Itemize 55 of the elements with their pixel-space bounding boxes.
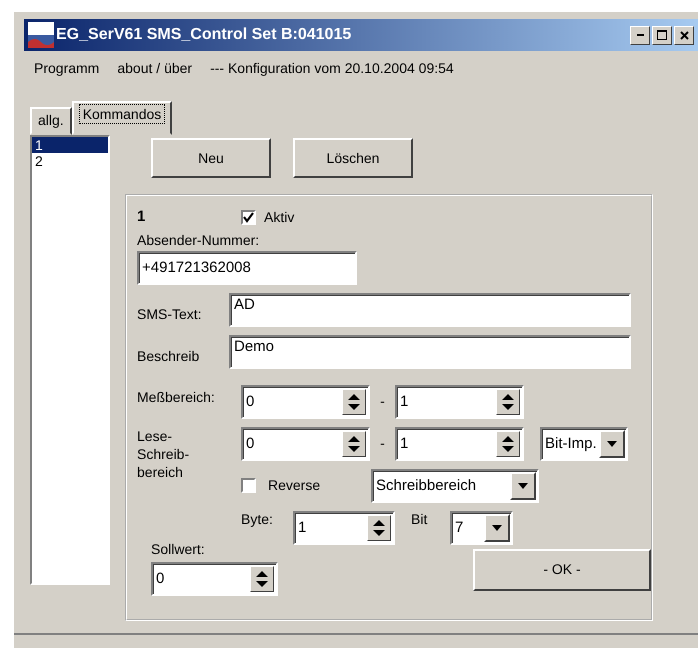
description-field[interactable]: Demo <box>229 334 631 369</box>
close-button[interactable] <box>674 26 694 44</box>
spin-button[interactable] <box>342 430 366 457</box>
app-icon <box>28 22 54 48</box>
checkbox-label: Aktiv <box>264 208 294 226</box>
reverse-checkbox[interactable] <box>241 478 256 494</box>
caret-icon <box>518 482 528 489</box>
tab[interactable]: Kommandos <box>72 101 172 135</box>
field-label: Absender-Nummer: <box>137 232 260 249</box>
button[interactable]: Löschen <box>293 138 413 178</box>
checkmark-icon <box>243 212 254 222</box>
field-label: Meßbereich: <box>137 388 216 406</box>
field-label: SMS-Text: <box>137 306 203 324</box>
active-checkbox[interactable] <box>241 210 256 224</box>
close-icon <box>680 30 688 40</box>
list-item[interactable]: 1 <box>32 137 108 153</box>
field-label: Lese-Schreib-bereich <box>137 426 190 482</box>
configuration-info: --- Konfiguration vom 20.10.2004 09:54 <box>210 60 454 76</box>
sms-text-field[interactable]: AD <box>229 292 631 327</box>
menu-item[interactable]: Programm <box>34 60 100 76</box>
spin-button[interactable] <box>496 430 520 457</box>
maximize-button[interactable] <box>652 26 672 44</box>
minimize-button[interactable] <box>630 26 650 44</box>
ok-button[interactable]: - OK - <box>473 548 651 591</box>
up-down-arrows-icon <box>348 436 360 452</box>
tab[interactable]: allg. <box>30 107 72 135</box>
button[interactable]: Neu <box>151 138 271 178</box>
minimize-icon <box>636 34 644 36</box>
list-item[interactable]: 2 <box>32 153 108 169</box>
range-dash: - <box>379 393 386 410</box>
maximize-icon <box>657 30 667 40</box>
checkbox-label: Reverse <box>268 477 322 494</box>
up-down-arrows-icon <box>502 394 514 410</box>
spin-button[interactable] <box>250 566 274 592</box>
up-down-arrows-icon <box>348 394 360 410</box>
command-number: 1 <box>137 208 146 226</box>
spin-button[interactable] <box>367 514 391 541</box>
caret-icon <box>607 440 617 447</box>
field-label: Bit <box>411 510 428 528</box>
field-label: Sollwert: <box>151 540 206 558</box>
phone-number-field[interactable]: +491721362008 <box>137 250 357 285</box>
window-title: EG_SerV61 SMS_Control Set B:041015 <box>56 25 352 45</box>
field-label: Beschreib <box>137 348 200 366</box>
up-down-arrows-icon <box>373 520 385 536</box>
dropdown-button[interactable] <box>599 430 625 458</box>
caret-icon <box>492 524 502 531</box>
menu-item[interactable]: about / über <box>117 60 192 76</box>
up-down-arrows-icon <box>256 570 268 587</box>
dropdown-button[interactable] <box>510 472 536 500</box>
dropdown-button[interactable] <box>484 514 510 542</box>
spin-button[interactable] <box>342 388 366 415</box>
field-label: Byte: <box>241 510 274 528</box>
up-down-arrows-icon <box>502 436 514 452</box>
range-dash: - <box>379 435 386 452</box>
spin-button[interactable] <box>496 388 520 415</box>
